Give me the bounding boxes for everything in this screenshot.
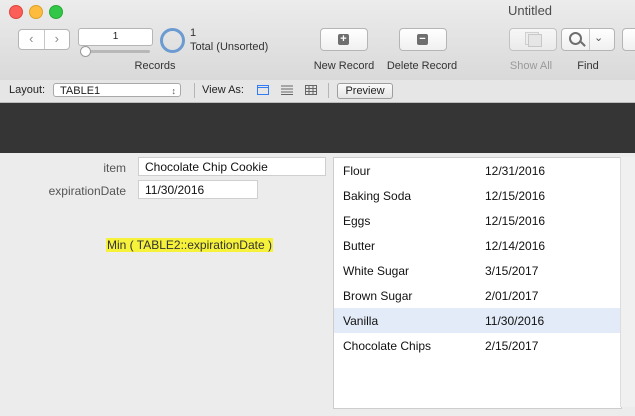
table-view-icon[interactable] bbox=[305, 85, 317, 95]
preview-button[interactable]: Preview bbox=[337, 83, 393, 99]
min-expiration-calc: Min ( TABLE2::expirationDate ) bbox=[106, 238, 273, 252]
delete-record-button[interactable]: − bbox=[399, 28, 447, 51]
layout-header-band bbox=[0, 103, 635, 153]
find-label: Find bbox=[577, 60, 599, 72]
layoutbar-divider-2 bbox=[328, 83, 329, 98]
records-label: Records bbox=[134, 60, 176, 72]
close-window-button[interactable] bbox=[9, 5, 23, 19]
portal-row[interactable]: Brown Sugar 2/01/2017 bbox=[334, 283, 621, 308]
layoutbar-divider bbox=[194, 83, 195, 98]
show-all-button[interactable] bbox=[509, 28, 557, 51]
portal-row[interactable]: Vanilla 11/30/2016 bbox=[334, 308, 621, 333]
new-record-button[interactable]: + bbox=[320, 28, 368, 51]
record-number-field[interactable]: 1 bbox=[78, 28, 153, 46]
ingredient-name[interactable]: Eggs bbox=[343, 214, 370, 228]
portal-row[interactable]: Chocolate Chips 2/15/2017 bbox=[334, 333, 621, 358]
ingredient-expiration-date[interactable]: 2/15/2017 bbox=[485, 339, 538, 353]
ingredient-name[interactable]: White Sugar bbox=[343, 264, 409, 278]
item-label: item bbox=[103, 161, 126, 175]
window-toolbar: Untitled ‹ › 1 1 Total (Unsorted) Record… bbox=[0, 0, 635, 81]
portal-row[interactable]: Flour 12/31/2016 bbox=[334, 158, 621, 183]
find-button[interactable]: ⌄ bbox=[561, 28, 615, 51]
magnifier-handle bbox=[580, 41, 586, 47]
ingredient-expiration-date[interactable]: 12/31/2016 bbox=[485, 164, 545, 178]
chevron-updown-icon: ↕ bbox=[171, 86, 177, 96]
ingredient-expiration-date[interactable]: 12/15/2016 bbox=[485, 214, 545, 228]
ingredient-expiration-date[interactable]: 2/01/2017 bbox=[485, 289, 538, 303]
find-divider bbox=[589, 29, 590, 50]
ingredient-name[interactable]: Flour bbox=[343, 164, 370, 178]
window-title: Untitled bbox=[507, 3, 553, 18]
ingredient-expiration-date[interactable]: 11/30/2016 bbox=[485, 314, 544, 328]
ingredient-name[interactable]: Chocolate Chips bbox=[343, 339, 431, 353]
portal-row[interactable]: White Sugar 3/15/2017 bbox=[334, 258, 621, 283]
portal-row[interactable]: Butter 12/14/2016 bbox=[334, 233, 621, 258]
ingredient-name[interactable]: Butter bbox=[343, 239, 375, 253]
minimize-window-button[interactable] bbox=[29, 5, 43, 19]
ingredients-portal[interactable]: Flour 12/31/2016 Baking Soda 12/15/2016 Eggs… bbox=[333, 157, 622, 409]
list-view-icon[interactable] bbox=[281, 85, 293, 95]
form-view-icon[interactable] bbox=[257, 85, 269, 95]
portal-row[interactable]: Eggs 12/15/2016 bbox=[334, 208, 621, 233]
toolbar-overflow-button[interactable] bbox=[622, 28, 635, 51]
layout-select[interactable]: TABLE1 ↕ bbox=[53, 83, 181, 97]
found-count: 1 bbox=[190, 27, 197, 39]
found-set-pie-icon[interactable] bbox=[160, 28, 185, 53]
ingredient-name[interactable]: Vanilla bbox=[343, 314, 378, 328]
plus-icon: + bbox=[338, 33, 349, 45]
record-slider-knob[interactable] bbox=[80, 46, 91, 57]
layout-select-value: TABLE1 bbox=[60, 85, 101, 97]
chevron-down-icon[interactable]: ⌄ bbox=[594, 31, 603, 44]
show-all-icon bbox=[528, 33, 542, 47]
show-all-label: Show All bbox=[509, 60, 553, 72]
ingredient-name[interactable]: Brown Sugar bbox=[343, 289, 412, 303]
layout-bar: Layout: TABLE1 ↕ View As: Preview bbox=[0, 80, 635, 103]
found-status: Total (Unsorted) bbox=[190, 41, 269, 53]
expiration-date-field[interactable]: 11/30/2016 bbox=[138, 180, 258, 199]
zoom-window-button[interactable] bbox=[49, 5, 63, 19]
ingredient-name[interactable]: Baking Soda bbox=[343, 189, 411, 203]
layout-label: Layout: bbox=[9, 84, 46, 96]
item-field[interactable]: Chocolate Chip Cookie bbox=[138, 157, 326, 176]
portal-scrollbar[interactable] bbox=[620, 157, 635, 407]
ingredient-expiration-date[interactable]: 3/15/2017 bbox=[485, 264, 538, 278]
delete-record-label: Delete Record bbox=[386, 60, 458, 72]
ingredient-expiration-date[interactable]: 12/14/2016 bbox=[485, 239, 545, 253]
ingredient-expiration-date[interactable]: 12/15/2016 bbox=[485, 189, 545, 203]
next-record-icon[interactable]: › bbox=[45, 30, 70, 49]
minus-icon: − bbox=[417, 33, 428, 45]
new-record-label: New Record bbox=[313, 60, 375, 72]
view-as-label: View As: bbox=[202, 84, 244, 96]
portal-row[interactable]: Baking Soda 12/15/2016 bbox=[334, 183, 621, 208]
previous-record-icon[interactable]: ‹ bbox=[19, 30, 45, 49]
expiration-date-label: expirationDate bbox=[48, 184, 126, 198]
record-navigation: ‹ › bbox=[18, 29, 70, 50]
